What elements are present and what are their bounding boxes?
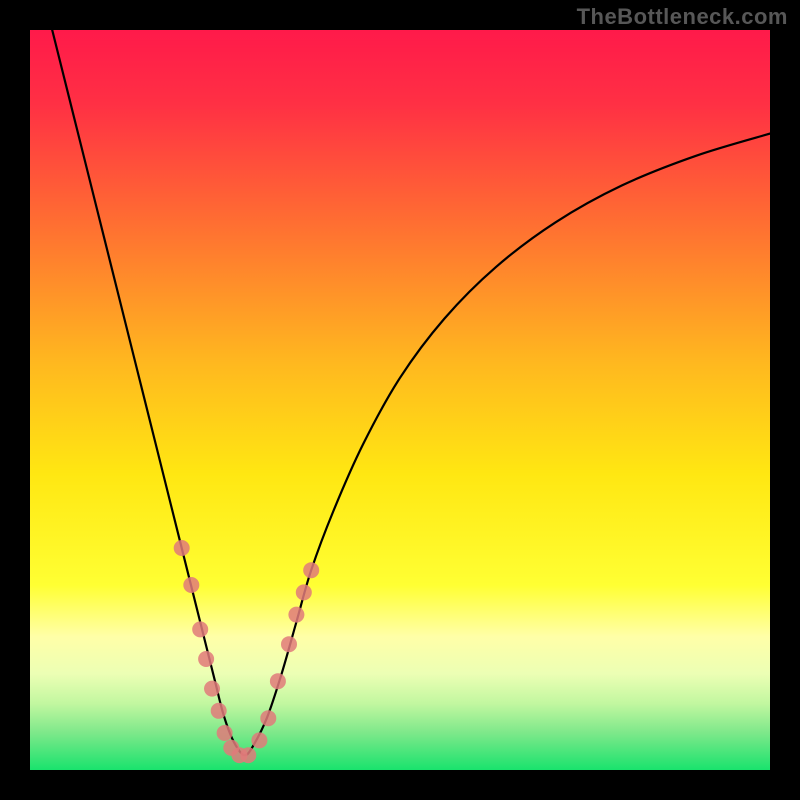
scatter-point [211,703,227,719]
scatter-point [240,747,256,763]
scatter-point [288,607,304,623]
gradient-background [30,30,770,770]
scatter-point [303,562,319,578]
scatter-point [198,651,214,667]
scatter-point [217,725,233,741]
plot-area [30,30,770,770]
scatter-point [251,732,267,748]
chart-frame: TheBottleneck.com [0,0,800,800]
scatter-point [270,673,286,689]
scatter-point [174,540,190,556]
watermark-text: TheBottleneck.com [577,4,788,30]
chart-svg [30,30,770,770]
scatter-point [183,577,199,593]
scatter-point [296,584,312,600]
scatter-point [192,621,208,637]
scatter-point [204,681,220,697]
scatter-point [281,636,297,652]
scatter-point [260,710,276,726]
